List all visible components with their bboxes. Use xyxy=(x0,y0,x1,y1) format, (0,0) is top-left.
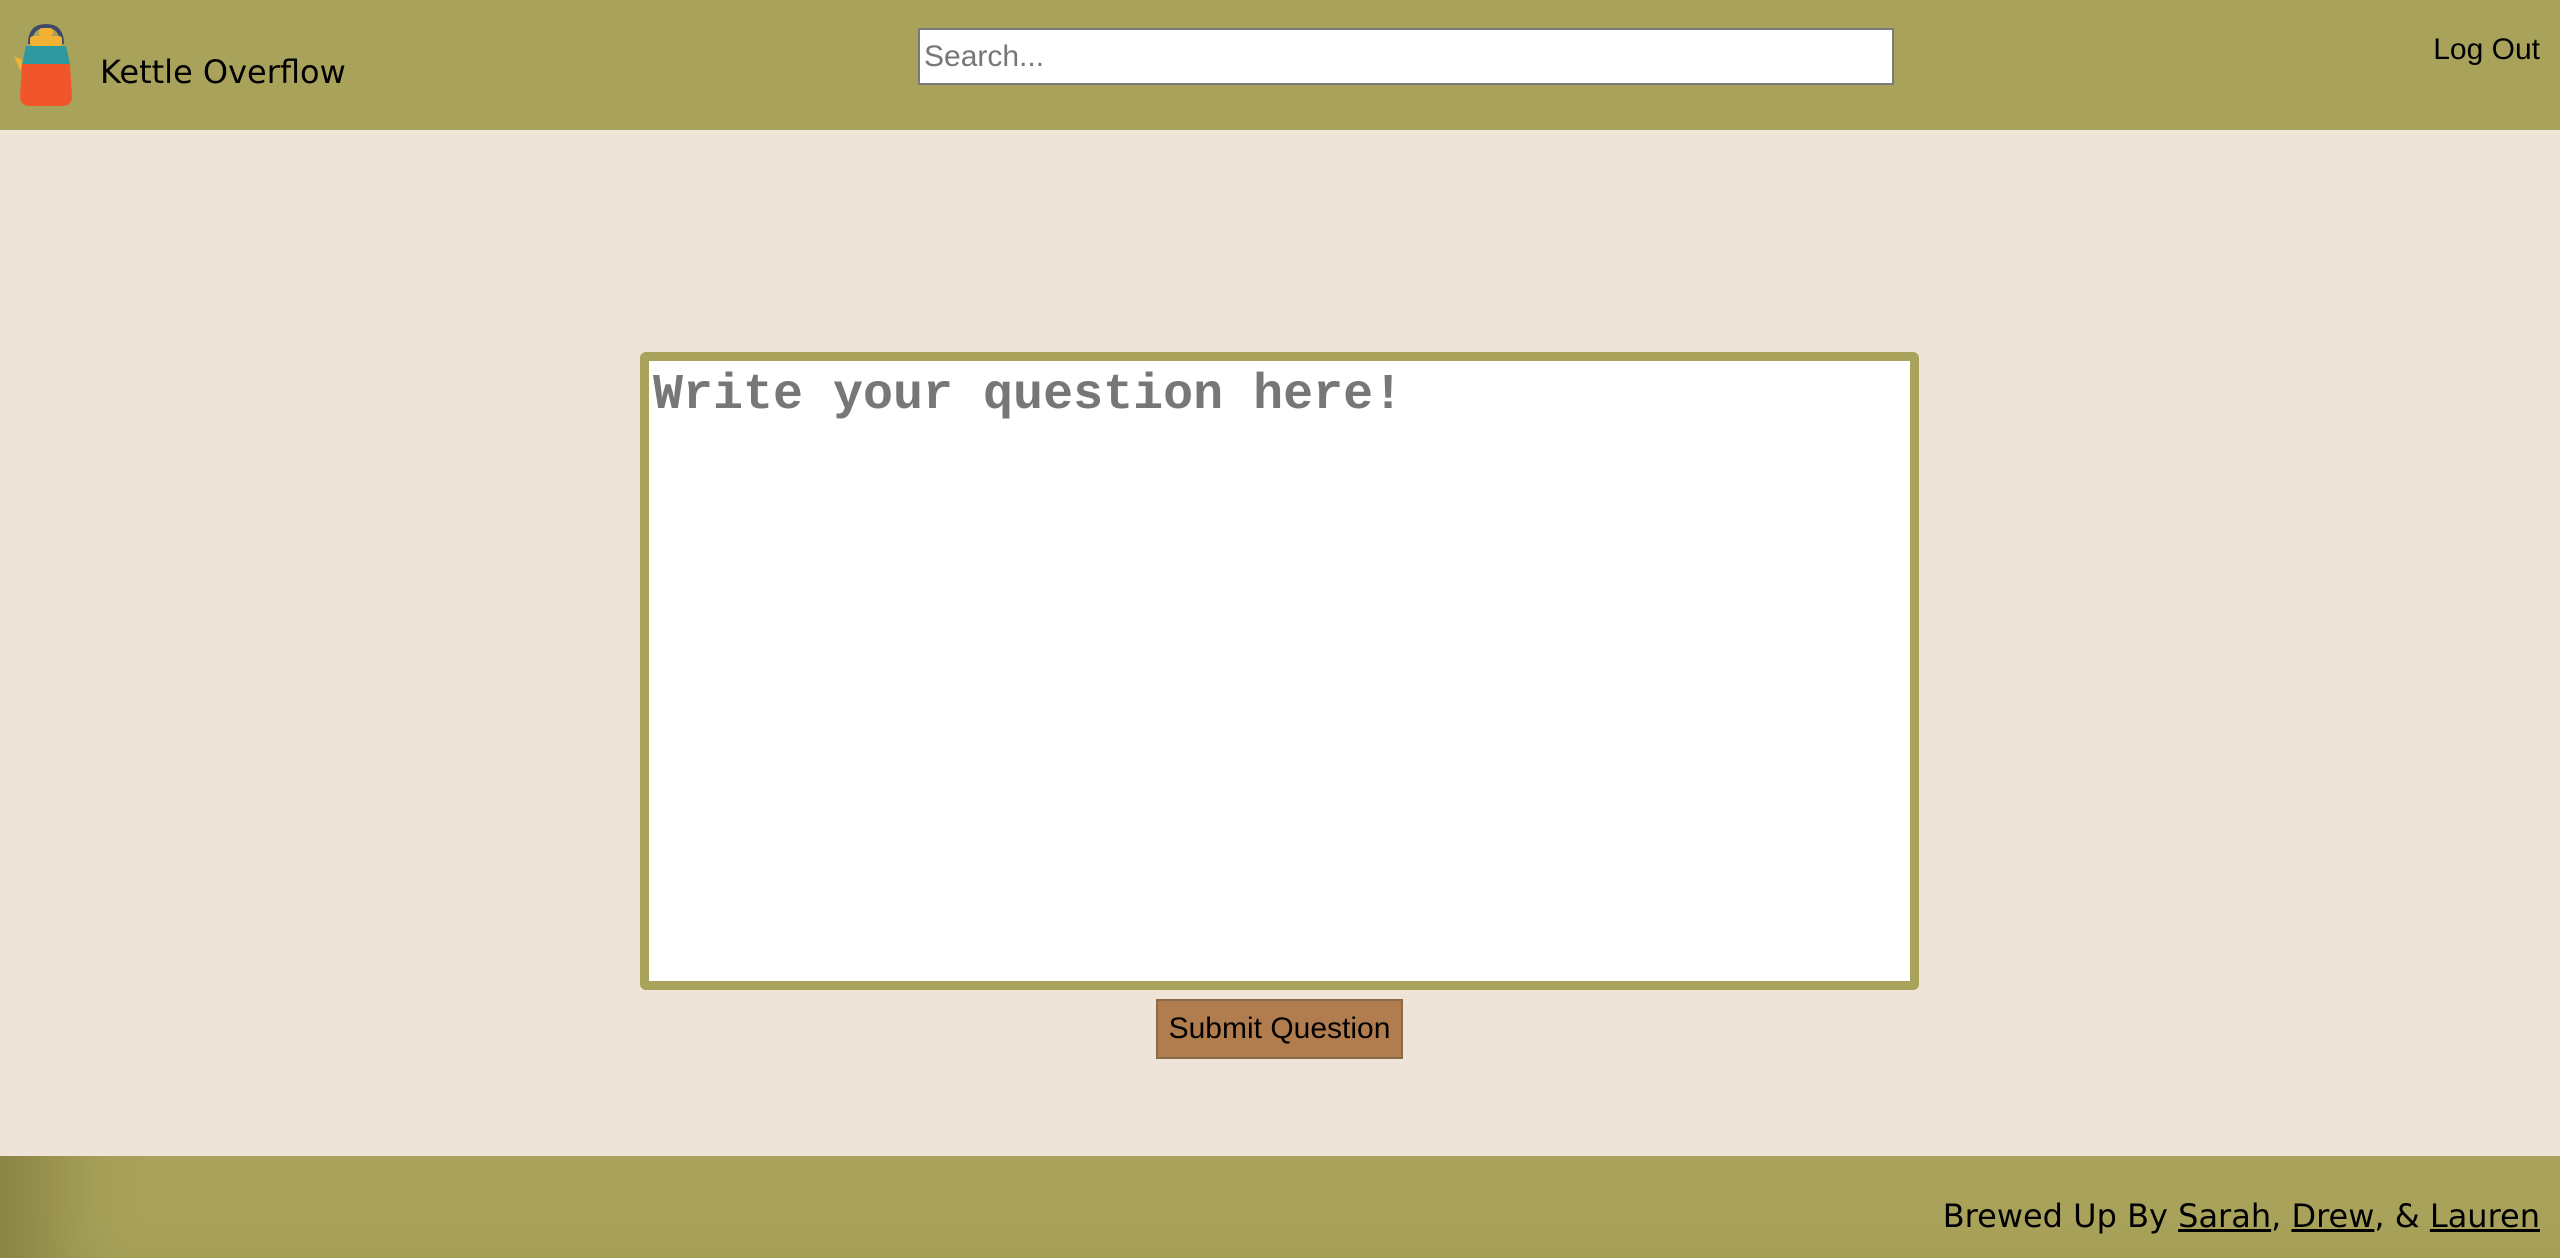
footer: Brewed Up By Sarah, Drew, & Lauren xyxy=(0,1156,2560,1258)
credits-separator: , & xyxy=(2374,1197,2430,1235)
author-link-lauren[interactable]: Lauren xyxy=(2430,1197,2540,1235)
credits-prefix: Brewed Up By xyxy=(1942,1197,2179,1235)
author-link-sarah[interactable]: Sarah xyxy=(2178,1197,2271,1235)
credits: Brewed Up By Sarah, Drew, & Lauren xyxy=(1943,1196,2540,1236)
search-input[interactable] xyxy=(918,28,1894,85)
kettle-icon[interactable] xyxy=(12,22,80,108)
submit-question-button[interactable]: Submit Question xyxy=(1156,999,1403,1059)
question-textarea[interactable] xyxy=(640,352,1919,990)
author-link-drew[interactable]: Drew xyxy=(2291,1197,2374,1235)
logout-link[interactable]: Log Out xyxy=(2433,32,2540,68)
credits-separator: , xyxy=(2271,1197,2292,1235)
site-title[interactable]: Kettle Overflow xyxy=(100,52,346,92)
top-nav-bar: Kettle Overflow Log Out xyxy=(0,0,2560,130)
